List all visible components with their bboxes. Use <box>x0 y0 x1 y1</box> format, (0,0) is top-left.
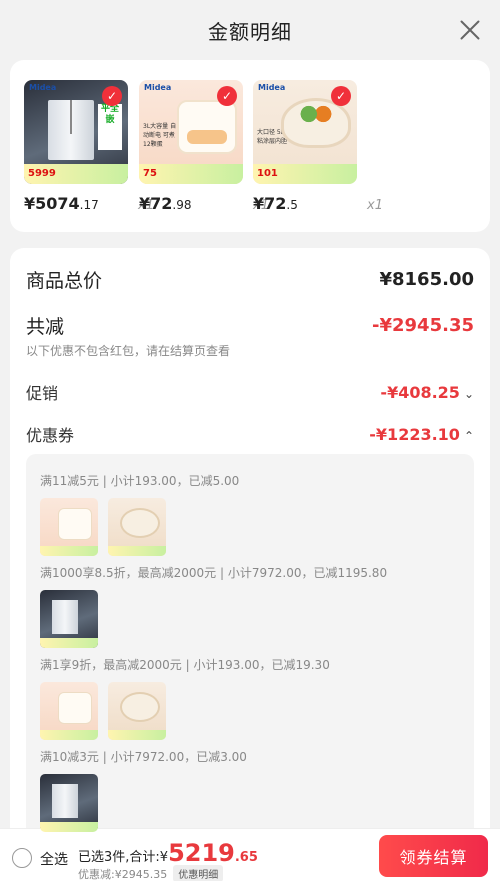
total-amount: 5219.65 <box>168 839 258 867</box>
discount-note: 以下优惠不包含红包，请在结算页查看 <box>26 344 231 358</box>
product-item[interactable]: Midea 平全嵌 ✓ 5999 <box>24 80 134 184</box>
product-price: ¥72.98 <box>139 194 192 213</box>
thumb-badge <box>40 546 98 556</box>
thumb-badge <box>40 822 98 832</box>
brand-logo: Midea <box>144 83 172 92</box>
product-item[interactable]: Midea 3L大容量 自动断电 可煮12颗蛋 ✓ 75 <box>139 80 249 184</box>
product-price-row: ¥72.98 x1 <box>139 194 269 216</box>
checkout-button[interactable]: 领券结算 <box>379 835 488 877</box>
promo-label: 促销 <box>26 384 59 403</box>
total-summary: 已选3件,合计:¥5219.65 <box>78 839 258 867</box>
product-price: ¥5074.17 <box>24 194 99 213</box>
product-image-fridge: Midea 平全嵌 ✓ 5999 <box>24 80 128 184</box>
slogan-text: 平全嵌 <box>98 104 122 150</box>
selected-check-icon: ✓ <box>102 86 122 106</box>
total-value: ¥8165.00 <box>379 269 474 290</box>
coupon-product-thumb <box>40 590 98 648</box>
coupon-product-thumb <box>40 682 98 740</box>
coupon-group-title: 满10减3元 | 小计7972.00，已减3.00 <box>40 750 247 764</box>
product-image-egg-steamer: Midea 3L大容量 自动断电 可煮12颗蛋 ✓ 75 <box>139 80 243 184</box>
thumb-badge <box>40 638 98 648</box>
coupon-label: 优惠券 <box>26 426 75 445</box>
price-badge: 101 <box>253 164 357 184</box>
promo-value: -¥408.25 <box>380 382 460 402</box>
coupon-group-title: 满11减5元 | 小计193.00，已减5.00 <box>40 474 240 488</box>
discount-row: 共减 -¥2945.35 <box>26 312 474 339</box>
coupon-group-title: 满1享9折，最高减2000元 | 小计193.00，已减19.30 <box>40 658 330 672</box>
select-all-label[interactable]: 全选 <box>40 849 68 869</box>
header: 金额明细 <box>0 0 500 60</box>
coupon-product-thumb <box>40 774 98 832</box>
products-card: Midea 平全嵌 ✓ 5999 ¥5074.17 x1 Midea 3L大容量… <box>10 60 490 232</box>
summary-prefix: 已选3件,合计:¥ <box>78 850 169 865</box>
promo-value-wrap: -¥408.25 ⌄ <box>380 383 474 402</box>
coupon-product-thumb <box>40 498 98 556</box>
discount-value: -¥2945.35 <box>372 315 474 336</box>
chevron-up-icon: ⌃ <box>463 428 474 443</box>
thumb-badge <box>40 730 98 740</box>
price-badge: 75 <box>139 164 243 184</box>
product-price-row: ¥72.5 x1 <box>253 194 383 216</box>
close-icon[interactable] <box>458 18 482 42</box>
fridge-illustration <box>48 100 94 160</box>
selected-check-icon: ✓ <box>331 86 351 106</box>
product-qty: x1 <box>367 198 383 213</box>
coupon-product-thumb <box>108 682 166 740</box>
steamer-illustration <box>177 100 237 154</box>
product-item[interactable]: Midea 大口径 5L不粘涂层内胆 ✓ 101 <box>253 80 363 184</box>
saved-summary: 优惠减:¥2945.35 优惠明细 <box>78 865 224 881</box>
price-badge: 5999 <box>24 164 128 184</box>
total-label: 商品总价 <box>26 270 103 292</box>
chevron-down-icon: ⌄ <box>463 386 474 401</box>
amount-detail-card: 商品总价 ¥8165.00 共减 -¥2945.35 以下优惠不包含红包，请在结… <box>10 248 490 848</box>
saved-amount: 优惠减:¥2945.35 <box>78 867 168 881</box>
selected-check-icon: ✓ <box>217 86 237 106</box>
product-price-row: ¥5074.17 x1 <box>24 194 154 216</box>
coupon-row[interactable]: 优惠券 -¥1223.10 ⌃ <box>26 422 474 446</box>
brand-logo: Midea <box>29 83 57 92</box>
thumb-badge <box>108 546 166 556</box>
product-price: ¥72.5 <box>253 194 298 213</box>
checkout-bar: 全选 已选3件,合计:¥5219.65 优惠减:¥2945.35 优惠明细 领券… <box>0 828 500 881</box>
page-title: 金额明细 <box>208 19 292 44</box>
total-row: 商品总价 ¥8165.00 <box>26 266 474 293</box>
product-image-hotpot: Midea 大口径 5L不粘涂层内胆 ✓ 101 <box>253 80 357 184</box>
feature-tags: 3L大容量 自动断电 可煮12颗蛋 <box>143 123 177 148</box>
coupon-detail-box: 满11减5元 | 小计193.00，已减5.00 满1000享8.5折，最高减2… <box>26 454 474 848</box>
coupon-value: -¥1223.10 <box>369 424 460 444</box>
coupon-group-title: 满1000享8.5折，最高减2000元 | 小计7972.00，已减1195.8… <box>40 566 388 580</box>
discount-detail-button[interactable]: 优惠明细 <box>173 865 224 881</box>
promo-row[interactable]: 促销 -¥408.25 ⌄ <box>26 380 474 404</box>
brand-logo: Midea <box>258 83 286 92</box>
select-all-radio[interactable] <box>12 848 32 868</box>
coupon-value-wrap: -¥1223.10 ⌃ <box>369 425 474 444</box>
discount-label: 共减 <box>26 316 65 338</box>
thumb-badge <box>108 730 166 740</box>
coupon-product-thumb <box>108 498 166 556</box>
